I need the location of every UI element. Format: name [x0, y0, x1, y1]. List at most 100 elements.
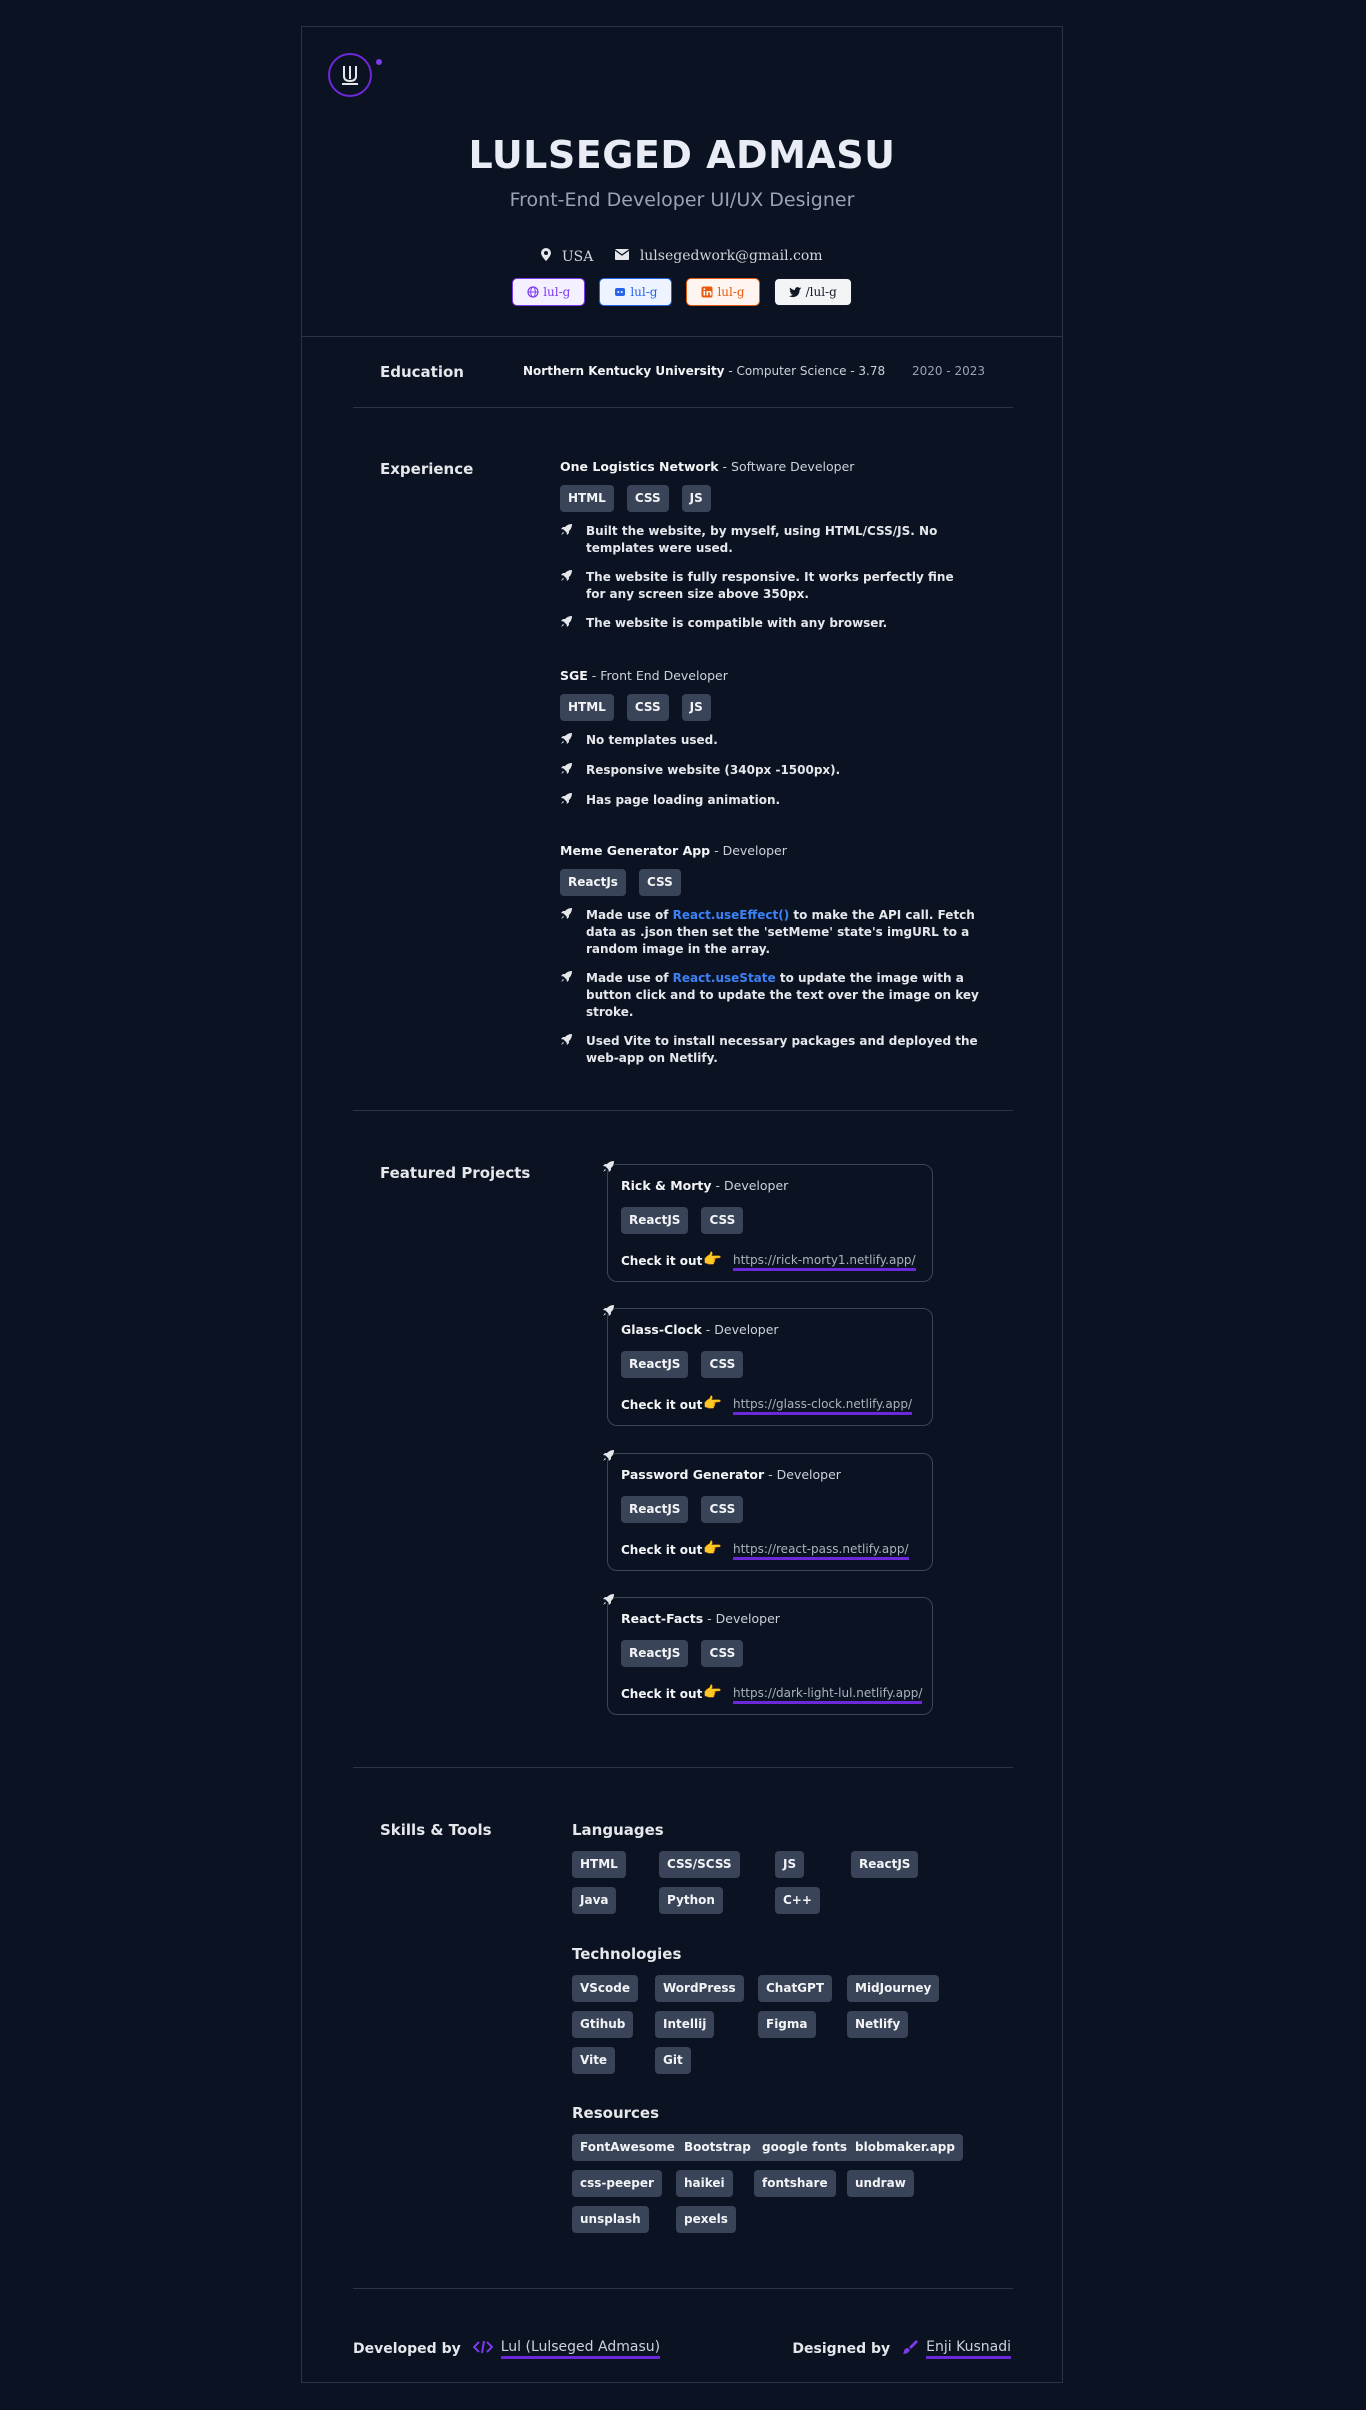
bullet-text: The website is compatible with any brows…	[586, 616, 888, 630]
twitter-icon	[788, 286, 802, 298]
designer-link[interactable]: Enji Kusnadi	[926, 2339, 1011, 2359]
rocket-icon	[560, 907, 574, 958]
school-detail: - Computer Science - 3.78	[724, 364, 886, 378]
technologies-title: Technologies	[572, 1945, 682, 1963]
bullet-item: The website is fully responsive. It work…	[560, 569, 955, 603]
skill-tag: css-peeper	[572, 2170, 662, 2197]
skill-tag: Figma	[758, 2011, 816, 2038]
bullet-item: Made use of React.useEffect() to make th…	[560, 907, 990, 958]
project-title: Rick & Morty - Developer	[621, 1178, 788, 1193]
developer-link[interactable]: Lul (Lulseged Admasu)	[500, 2339, 661, 2359]
social-link-twitter[interactable]: /lul-g	[773, 278, 852, 306]
social-link-label: lul-g	[543, 285, 571, 299]
project-tags: ReactJS CSS	[621, 1351, 744, 1378]
project-tags: ReactJS CSS	[621, 1496, 744, 1523]
social-link-github[interactable]: lul-g	[599, 278, 673, 306]
bullet-text-pre: Used Vite to install necessary packages …	[586, 1034, 978, 1065]
resume-card: LULSEGED ADMASU Front-End Developer UI/U…	[301, 26, 1063, 2383]
project-role: - Developer	[764, 1467, 841, 1482]
developed-by-label: Developed by	[353, 2341, 461, 2357]
skill-tag: Git	[655, 2047, 691, 2074]
skill-tag: Intellij	[655, 2011, 715, 2038]
job-role: - Software Developer	[718, 459, 855, 474]
skill-tag: JS	[681, 694, 711, 721]
code-link[interactable]: React.useEffect()	[673, 908, 790, 922]
project-url-link[interactable]: https://rick-morty1.netlify.app/	[733, 1253, 916, 1271]
designed-by-label: Designed by	[792, 2341, 891, 2357]
bullet-item: Made use of React.useState to update the…	[560, 970, 990, 1021]
envelope-icon	[614, 248, 633, 264]
rocket-icon	[560, 970, 574, 1021]
project-url-link[interactable]: https://dark-light-lul.netlify.app/	[733, 1686, 923, 1704]
code-link[interactable]: React.useState	[673, 971, 776, 985]
bullet-text: Made use of React.useState to update the…	[586, 970, 990, 1021]
pointing-hand-icon: 👉	[703, 1683, 722, 1701]
designed-by: Designed by Enji Kusnadi	[792, 2339, 1011, 2359]
skill-tag: CSS	[701, 1351, 744, 1378]
project-card: React-Facts - Developer ReactJS CSS Check i…	[603, 1594, 933, 1715]
bullet-item: Used Vite to install necessary packages …	[560, 1033, 990, 1067]
rocket-icon	[560, 1033, 574, 1067]
projects-title: Featured Projects	[380, 1164, 531, 1182]
email[interactable]: lulsegedwork@gmail.com	[614, 248, 823, 265]
pointing-hand-icon: 👉	[703, 1394, 722, 1412]
skill-tag: blobmaker.app	[847, 2134, 963, 2161]
section-divider	[353, 1110, 1013, 1111]
header-divider	[302, 336, 1062, 337]
location-text: USA	[561, 249, 594, 265]
rocket-icon	[602, 1593, 615, 1610]
pointing-hand-icon: 👉	[703, 1250, 722, 1268]
job-entry: One Logistics Network - Software Develop…	[560, 459, 955, 645]
skill-tag: ReactJS	[621, 1640, 689, 1667]
job-role: - Front End Developer	[587, 668, 728, 683]
skill-tag: MidJourney	[847, 1975, 940, 2002]
skill-tag: fontshare	[754, 2170, 836, 2197]
skill-tag: VScode	[572, 1975, 639, 2002]
social-link-linkedin[interactable]: lul-g	[686, 278, 760, 306]
project-role: - Developer	[711, 1178, 789, 1193]
social-link-globe[interactable]: lul-g	[512, 278, 586, 306]
skill-tag: Vite	[572, 2047, 616, 2074]
skill-tag: HTML	[572, 1851, 626, 1878]
rocket-icon	[560, 762, 574, 780]
bullet-text: Used Vite to install necessary packages …	[586, 1033, 990, 1067]
logo-icon[interactable]	[328, 53, 372, 97]
section-divider	[353, 1767, 1013, 1768]
bullet-item: Built the website, by myself, using HTML…	[560, 523, 955, 557]
rocket-icon	[560, 615, 574, 633]
check-it-out-label: Check it out	[621, 1543, 703, 1557]
skill-tag: Java	[572, 1887, 617, 1914]
skill-tag: CSS	[638, 869, 681, 896]
job-company: SGE	[560, 668, 588, 683]
bullet-item: The website is compatible with any brows…	[560, 615, 955, 633]
project-card: Password Generator - Developer ReactJS CSS…	[603, 1450, 933, 1571]
skill-tag: ReactJS	[621, 1496, 689, 1523]
education-entry: Northern Kentucky University - Computer …	[523, 364, 885, 378]
project-url-link[interactable]: https://glass-clock.netlify.app/	[733, 1397, 912, 1415]
rocket-icon	[602, 1160, 615, 1177]
social-link-label: lul-g	[630, 285, 658, 299]
school-name: Northern Kentucky University	[523, 364, 725, 378]
skill-tag: CSS	[701, 1640, 744, 1667]
contact-row: USA lulsegedwork@gmail.com	[302, 248, 1062, 265]
job-company: Meme Generator App	[560, 843, 711, 858]
job-bullets: No templates used. Responsive website (34…	[560, 732, 1000, 810]
skill-tag: FontAwesome	[572, 2134, 683, 2161]
project-card: Rick & Morty - Developer ReactJS CSS Check …	[603, 1161, 933, 1282]
bullet-item: No templates used.	[560, 732, 1000, 750]
rocket-icon	[602, 1304, 615, 1321]
location-pin-icon	[541, 248, 555, 265]
job-bullets: Built the website, by myself, using HTML…	[560, 523, 955, 633]
rocket-icon	[560, 569, 574, 603]
skill-tag: Bootstrap	[676, 2134, 759, 2161]
project-url-link[interactable]: https://react-pass.netlify.app/	[733, 1542, 909, 1560]
skill-tag: ReactJS	[621, 1207, 689, 1234]
github-icon	[614, 286, 626, 298]
skill-tag: CSS	[626, 694, 669, 721]
job-entry: Meme Generator App - Developer ReactJs CSS…	[560, 843, 990, 1079]
paint-brush-icon	[902, 2339, 919, 2359]
project-title: React-Facts - Developer	[621, 1611, 780, 1626]
job-bullets: Made use of React.useEffect() to make th…	[560, 907, 990, 1067]
skill-tag: CSS	[701, 1207, 744, 1234]
job-tags: ReactJs CSS	[560, 869, 990, 896]
